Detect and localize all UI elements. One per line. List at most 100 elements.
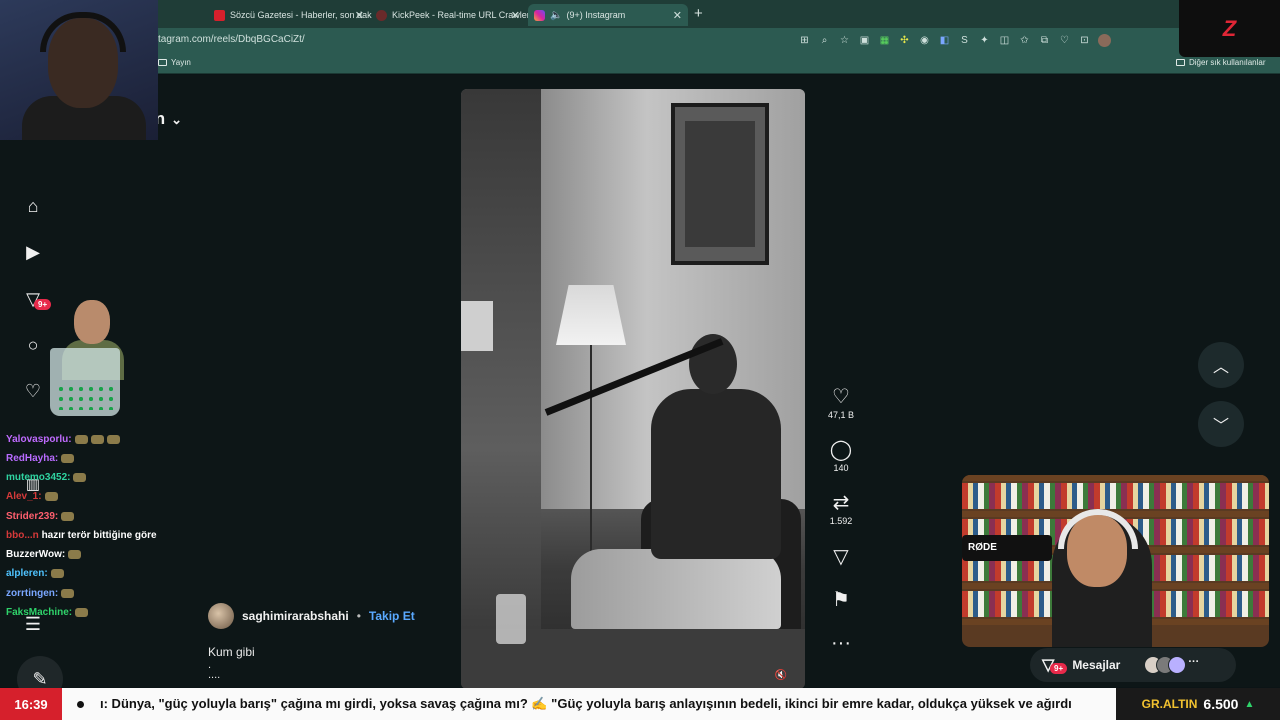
emote-icon [61,511,75,521]
tab-sozcu[interactable]: Sözcü Gazetesi - Haberler, son dak ✕ [208,4,372,26]
video-scene-frame [671,103,769,265]
previous-reel-button[interactable]: ︿ [1198,342,1244,388]
url-field[interactable]: tagram.com/reels/DbqBGCaCiZt/ [158,34,305,45]
home-icon[interactable]: ⌂ [22,195,44,217]
split-view-icon[interactable]: ◫ [998,34,1011,47]
new-tab-plus-icon[interactable]: + [694,5,703,22]
tab-label: Sözcü Gazetesi - Haberler, son dak [230,10,372,20]
notification-badge: 9+ [34,299,52,310]
trend-up-icon: ▲ [1244,698,1255,710]
kickpeek-favicon-icon [376,9,387,21]
sozcu-favicon-icon [214,9,225,21]
more-icon: ··· [1188,656,1200,668]
chat-user: bbo...n [6,530,39,541]
like-button[interactable]: ♡ 47,1 B [822,386,860,420]
browser-essentials-icon[interactable]: ♡ [1058,34,1071,47]
shelf [962,475,1269,481]
tab-kickpeek[interactable]: KickPeek - Real-time URL Crawler ✕ [370,4,530,26]
address-bar: tagram.com/reels/DbqBGCaCiZt/ ⊞ ⌕ ☆ ▣ ▦ … [0,28,1280,54]
ext-3-icon[interactable]: ✣ [898,34,911,47]
screenshot-icon[interactable]: ⊡ [1078,34,1091,47]
repost-count: 1.592 [829,516,853,526]
folder-icon [1176,59,1185,66]
instagram-favicon-icon [534,9,545,21]
more-icon: ··· [831,632,851,654]
notifications-icon[interactable]: ○ [22,334,44,356]
ext-2-icon[interactable]: ▦ [878,34,891,47]
chat-message: BuzzerWow: [6,549,82,560]
chat-user: Yalovasporlu: [6,434,72,445]
bookmark-other-favorites[interactable]: Diğer sık kullanılanlar [1176,58,1265,67]
reel-author: saghimirarabshahi • Takip Et [208,603,415,629]
live-dot-icon [76,700,84,708]
gold-label: GR.ALTIN [1141,697,1198,711]
bookmark-yayin[interactable]: Yayın [158,58,191,67]
chat-user: mutemo3452: [6,472,71,483]
repost-button[interactable]: ⇄ 1.592 [822,492,860,526]
app-install-icon[interactable]: ⊞ [798,34,811,47]
streamer-webcam [0,0,158,140]
comment-count: 140 [833,463,849,473]
more-options-button[interactable]: ··· [822,632,860,654]
gold-value: 6.500 [1203,696,1239,712]
video-scene-glass [496,594,526,644]
chat-message: RedHayha: [6,453,75,464]
microphone: RØDE [962,535,1052,561]
screen: Sözcü Gazetesi - Haberler, son dak ✕ Kic… [0,0,1280,720]
collections-icon[interactable]: ⧉ [1038,34,1051,47]
next-reel-button[interactable]: ﹀ [1198,401,1244,447]
avatar[interactable] [208,603,234,629]
create-icon[interactable]: ♡ [22,380,44,402]
emote-cup-overlay [50,348,120,416]
favorites-icon[interactable]: ✩ [1018,34,1031,47]
zoom-icon[interactable]: ⌕ [818,34,831,47]
profile-avatar[interactable] [1098,34,1111,47]
direct-icon: ▽ 9+ [1042,655,1068,675]
chat-user: FaksMachine: [6,607,73,618]
bookshelf-row [962,483,1269,509]
chat-message: Strider239: [6,511,75,522]
guest-webcam: RØDE [962,475,1269,647]
mute-icon[interactable]: 🔇 [775,670,787,681]
headphones-icon [40,12,126,52]
comment-icon: ◯ [829,439,853,461]
tab-instagram[interactable]: 🔈 (9+) Instagram ✕ [528,4,688,26]
bookmarks-bar: Yayın Diğer sık kullanılanlar [0,54,1280,74]
chevron-down-icon: ⌄ [171,112,183,127]
close-icon[interactable]: ✕ [511,9,520,22]
chat-user: Strider239: [6,511,59,522]
close-icon[interactable]: ✕ [673,9,682,22]
close-icon[interactable]: ✕ [355,9,364,22]
follow-button[interactable]: Takip Et [369,609,415,623]
emote-icon [68,549,82,559]
reel-video[interactable]: 🔇 [461,89,805,689]
extensions-icon[interactable]: ✦ [978,34,991,47]
save-button[interactable]: ⚑ [822,589,860,611]
emote-icon [106,434,120,444]
ext-5-icon[interactable]: ◧ [938,34,951,47]
chat-user: BuzzerWow: [6,549,66,560]
ext-4-icon[interactable]: ◉ [918,34,931,47]
ext-6-icon[interactable]: S [958,34,971,47]
caption-more[interactable]: . .... [208,660,221,681]
speaker-icon[interactable]: 🔈 [550,10,562,21]
video-scene-legs [571,549,781,629]
chevron-up-icon: ︿ [1212,359,1229,376]
author-name[interactable]: saghimirarabshahi [242,609,349,623]
chat-message: mutemo3452: [6,472,87,483]
chat-text: hazır terör bittiğine göre [41,530,157,541]
share-button[interactable]: ▽ [822,546,860,568]
channel-logo: Z [1179,0,1280,57]
pen-icon: ✎ [32,668,48,689]
video-scene-lamp-pole [590,345,592,565]
emote-icon [50,568,64,578]
caption-line: .... [208,669,221,681]
browser-tab-bar: Sözcü Gazetesi - Haberler, son dak ✕ Kic… [0,0,1280,28]
ext-1-icon[interactable]: ▣ [858,34,871,47]
emote-icon [75,607,89,617]
messages-button[interactable]: ▽ 9+ Mesajlar ··· [1030,648,1236,682]
emote-icon [44,491,58,501]
reels-icon[interactable]: ▶ [22,241,44,263]
star-icon[interactable]: ☆ [838,34,851,47]
comment-button[interactable]: ◯ 140 [822,439,860,473]
